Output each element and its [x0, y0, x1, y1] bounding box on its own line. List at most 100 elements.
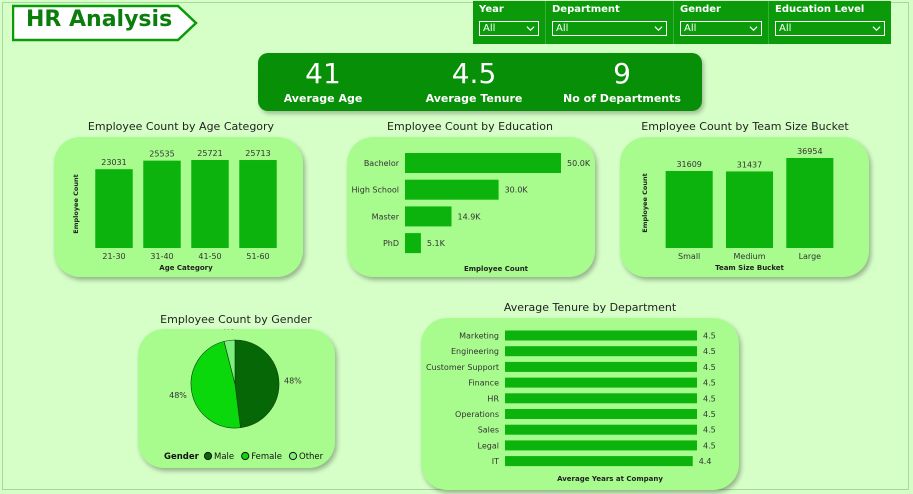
kpi-departments-value: 9: [613, 57, 631, 90]
bar-PhD[interactable]: [405, 233, 421, 254]
bar-IT[interactable]: [505, 456, 693, 467]
kpi-average-tenure-label: Average Tenure: [425, 92, 523, 105]
chevron-down-icon: [872, 26, 881, 32]
bar-Small[interactable]: [665, 171, 713, 248]
x-tick-label: Medium: [734, 252, 766, 261]
legend-label: Female: [251, 452, 282, 462]
y-tick-label: Legal: [478, 441, 499, 450]
kpi-average-age: 41 Average Age: [248, 53, 398, 106]
tenure-chart-title: Average Tenure by Department: [503, 301, 677, 314]
tenure-chart-card: Marketing 4.5 Engineering 4.5 Customer Suppo…: [421, 318, 739, 490]
education-level-dropdown[interactable]: All: [775, 21, 885, 36]
kpi-average-tenure-value: 4.5: [451, 57, 497, 90]
bar-Finance[interactable]: [505, 377, 697, 388]
education-chart-card: Bachelor 50.0K High School 30.0K Master 14.9K…: [347, 137, 595, 277]
data-label: 4.5: [703, 363, 716, 372]
slicer-education-level-label: Education Level: [775, 4, 865, 15]
kpi-card: 41 Average Age 4.5 Average Tenure 9 No o…: [258, 53, 702, 111]
data-label: 4.5: [703, 394, 716, 403]
legend-marker: [288, 451, 298, 461]
department-dropdown[interactable]: All: [552, 21, 667, 36]
department-dropdown-value: All: [556, 23, 569, 34]
tenure-chart[interactable]: Marketing 4.5 Engineering 4.5 Customer Suppo…: [421, 318, 739, 490]
kpi-average-age-value: 41: [305, 57, 341, 90]
legend-label: Other: [299, 452, 324, 462]
x-tick-label: 31-40: [150, 252, 173, 261]
y-tick-label: PhD: [383, 239, 399, 248]
kpi-average-age-label: Average Age: [283, 92, 363, 105]
education-level-dropdown-value: All: [779, 23, 792, 34]
bar-Sales[interactable]: [505, 424, 697, 435]
title-banner: HR Analysis: [12, 4, 198, 42]
y-tick-label: Master: [372, 212, 400, 221]
bar-Operations[interactable]: [505, 409, 697, 419]
x-axis-title: Age Category: [159, 264, 213, 272]
gender-dropdown[interactable]: All: [680, 21, 762, 36]
y-tick-label: IT: [492, 457, 499, 466]
gender-chart-card: 48% 48% 4% Gender Male Female Other: [138, 322, 335, 468]
data-label: 23031: [101, 158, 126, 167]
bar-Engineering[interactable]: [505, 346, 697, 357]
bar-HR[interactable]: [505, 393, 697, 404]
data-label: 50.0K: [567, 159, 591, 168]
bar-31-40[interactable]: [143, 160, 181, 248]
slice-Male[interactable]: [234, 339, 280, 428]
x-tick-label: 51-60: [246, 252, 269, 261]
bar-21-30[interactable]: [95, 169, 133, 248]
chevron-down-icon: [749, 26, 758, 32]
age-chart-card: 23031 21-30 25535 31-40 25721 41-50 25713 51-60…: [54, 137, 303, 277]
data-label: 25721: [197, 149, 222, 158]
year-dropdown[interactable]: All: [479, 21, 539, 36]
legend-label: Male: [214, 452, 234, 462]
data-label: 4.5: [703, 347, 716, 356]
x-tick-label: Large: [799, 252, 822, 261]
age-chart[interactable]: 23031 21-30 25535 31-40 25721 41-50 25713 51-60…: [54, 137, 303, 277]
x-tick-label: 41-50: [198, 252, 221, 261]
x-tick-label: 21-30: [102, 252, 125, 261]
data-label: 4.5: [703, 379, 716, 388]
chevron-down-icon: [526, 26, 535, 32]
data-label: 4%: [221, 329, 234, 331]
bar-41-50[interactable]: [191, 160, 229, 248]
bar-Bachelor[interactable]: [405, 153, 561, 173]
legend-title: Gender: [164, 452, 200, 462]
bar-51-60[interactable]: [239, 160, 277, 248]
team-chart-card: 31609 Small 31437 Medium 36954 Large Team Size…: [620, 137, 869, 277]
y-tick-label: Sales: [478, 426, 499, 435]
y-tick-label: Marketing: [459, 332, 499, 341]
gender-dropdown-value: All: [684, 23, 697, 34]
x-axis-title: Average Years at Company: [557, 475, 663, 483]
bar-High School[interactable]: [405, 179, 499, 200]
bar-Legal[interactable]: [505, 440, 697, 451]
y-axis-title: Employee Count: [72, 174, 80, 233]
year-dropdown-value: All: [483, 23, 496, 34]
data-label: 4.4: [699, 457, 712, 466]
data-label: 48%: [284, 376, 302, 385]
page-title: HR Analysis: [26, 7, 173, 32]
bar-Marketing[interactable]: [505, 330, 697, 341]
age-chart-title: Employee Count by Age Category: [87, 120, 275, 133]
data-label: 4.5: [703, 441, 716, 450]
y-tick-label: Finance: [468, 379, 499, 388]
bar-Master[interactable]: [405, 206, 452, 227]
gender-pie-chart[interactable]: 48% 48% 4% Gender Male Female Other: [138, 322, 335, 468]
x-tick-label: Small: [678, 252, 700, 261]
gender-chart-title: Employee Count by Gender: [160, 313, 312, 326]
slicer-department: Department All: [546, 1, 674, 44]
y-tick-label: Bachelor: [364, 159, 400, 168]
data-label: 25535: [149, 150, 174, 159]
education-chart-title: Employee Count by Education: [387, 120, 553, 133]
data-label: 30.0K: [505, 186, 529, 195]
bar-Medium[interactable]: [725, 171, 774, 248]
data-label: 25713: [245, 149, 270, 158]
data-label: 14.9K: [457, 212, 481, 221]
education-chart[interactable]: Bachelor 50.0K High School 30.0K Master 14.9K…: [347, 137, 595, 277]
data-label: 4.5: [703, 332, 716, 341]
bar-Large[interactable]: [786, 158, 834, 248]
team-size-chart[interactable]: 31609 Small 31437 Medium 36954 Large Team Size…: [620, 137, 869, 277]
filter-bar: Year All Department All Gender All Educa…: [473, 1, 891, 44]
kpi-average-tenure: 4.5 Average Tenure: [399, 53, 549, 106]
bar-Customer Support[interactable]: [505, 361, 697, 372]
slicer-year: Year All: [473, 1, 546, 44]
y-axis-title: Employee Count: [641, 173, 649, 232]
